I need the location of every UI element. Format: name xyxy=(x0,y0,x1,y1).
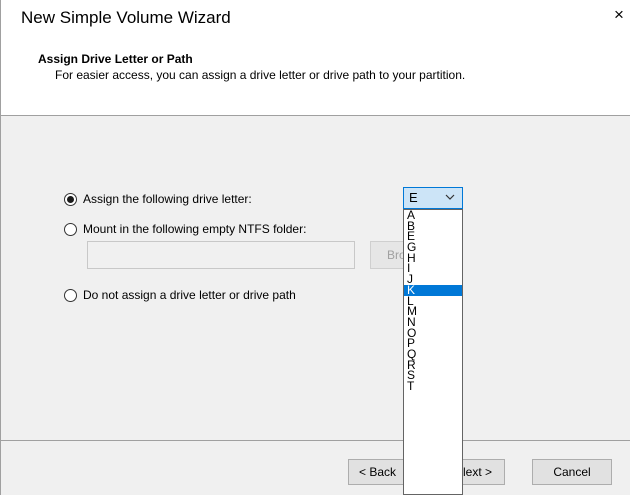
wizard-window: New Simple Volume Wizard × Assign Drive … xyxy=(0,0,630,495)
window-title: New Simple Volume Wizard xyxy=(21,8,231,27)
mount-folder-radio[interactable] xyxy=(64,222,77,236)
assign-letter-radio[interactable] xyxy=(64,192,77,206)
footer-divider xyxy=(1,440,630,441)
drive-letter-value: E xyxy=(409,190,418,205)
drive-letter-select[interactable]: E xyxy=(403,187,463,209)
option-no-assign[interactable]: Do not assign a drive letter or drive pa… xyxy=(64,288,296,302)
mount-folder-label: Mount in the following empty NTFS folder… xyxy=(83,222,307,236)
page-title: Assign Drive Letter or Path xyxy=(38,52,193,66)
page-subtitle: For easier access, you can assign a driv… xyxy=(55,68,466,82)
dropdown-option[interactable]: H xyxy=(404,252,462,264)
folder-path-input[interactable] xyxy=(87,241,355,269)
no-assign-radio[interactable] xyxy=(64,288,77,302)
no-assign-label: Do not assign a drive letter or drive pa… xyxy=(83,288,296,302)
title-bar: New Simple Volume Wizard × xyxy=(1,0,630,36)
dropdown-option[interactable]: T xyxy=(404,380,462,392)
cancel-button[interactable]: Cancel xyxy=(532,459,612,485)
assign-letter-label: Assign the following drive letter: xyxy=(83,192,252,206)
chevron-down-icon[interactable] xyxy=(444,190,456,204)
wizard-header: Assign Drive Letter or Path For easier a… xyxy=(1,36,630,116)
close-icon[interactable]: × xyxy=(611,6,627,24)
option-assign-letter[interactable]: Assign the following drive letter: xyxy=(64,192,252,206)
drive-letter-dropdown-list[interactable]: ABEGHIJKLMNOPQRST xyxy=(403,209,463,495)
option-mount-folder[interactable]: Mount in the following empty NTFS folder… xyxy=(64,222,306,236)
